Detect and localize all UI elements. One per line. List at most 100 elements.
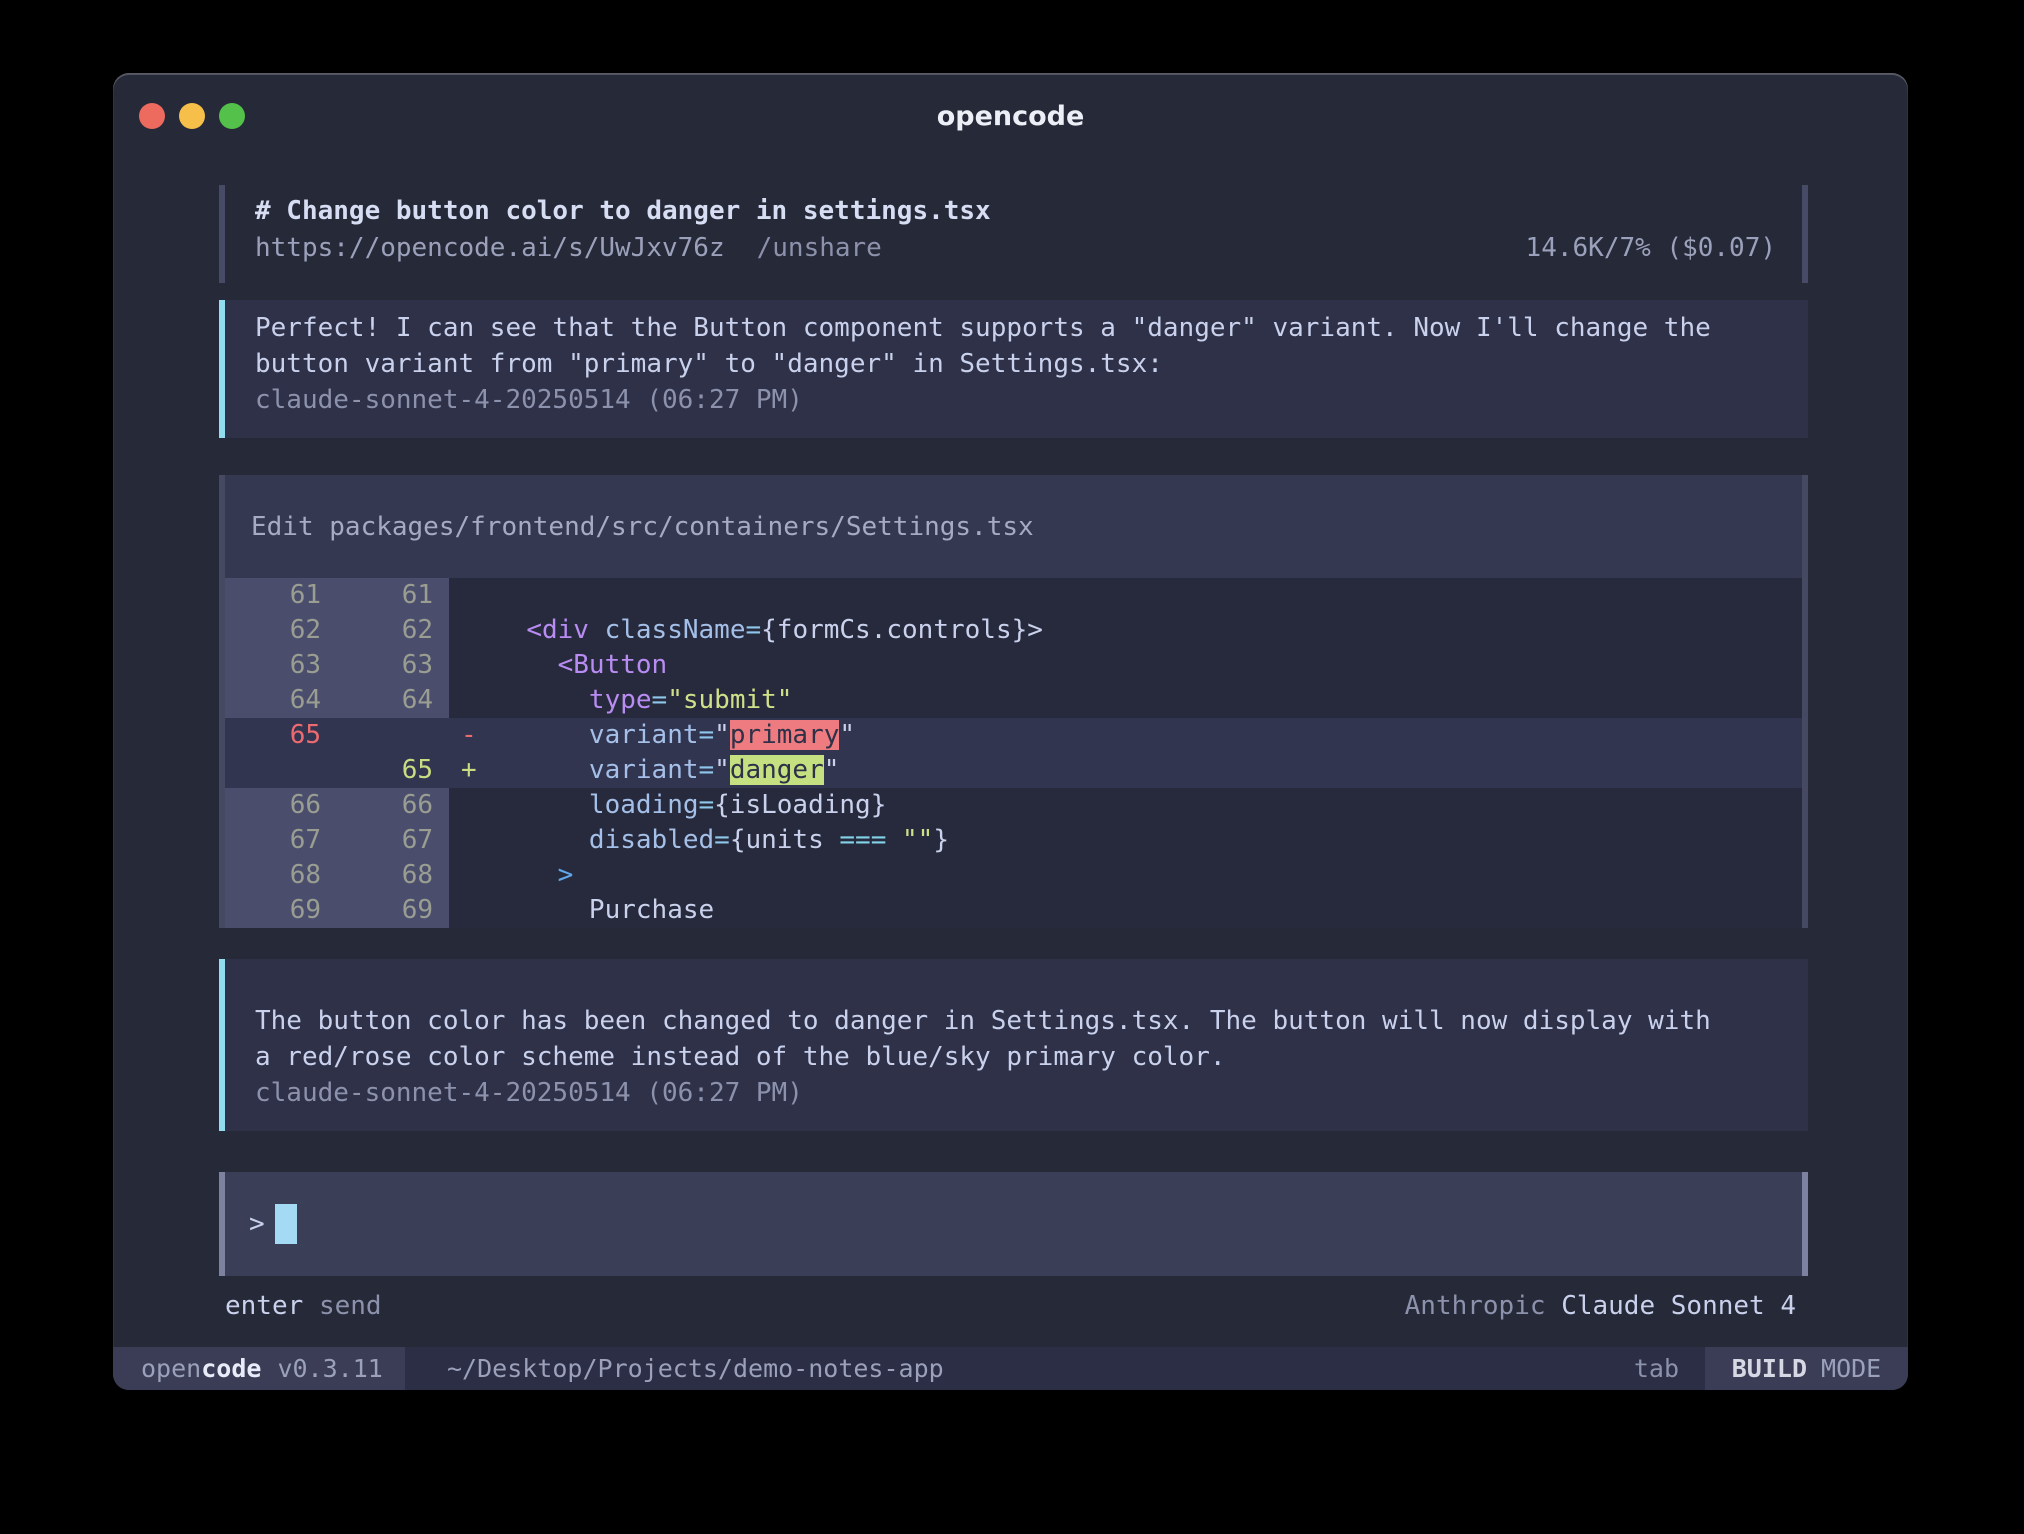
code-token: = [699,720,715,750]
diff-new-line-number: 61 [337,578,449,613]
code-token: " [714,720,730,750]
diff-code-line: variant="danger" [495,753,1802,788]
send-label: send [319,1291,382,1321]
diff-change-marker [449,578,495,613]
session-title: # Change button color to danger in setti… [255,193,1776,230]
app-version-segment: opencodev0.3.11 [113,1347,405,1390]
diff-old-line-number: 67 [225,823,337,858]
code-token: {formCs.controls}> [761,615,1043,645]
code-token: variant [589,720,699,750]
diff-row: 6262 <div className={formCs.controls}> [225,613,1802,648]
prompt-symbol: > [249,1209,265,1239]
diff-change-marker [449,788,495,823]
mode-name: BUILD [1732,1354,1807,1383]
message-line: The button color has been changed to dan… [255,1003,1784,1039]
diff-change-marker: + [449,753,495,788]
diff-code-line: variant="primary" [495,718,1802,753]
diff-code-line: > [495,858,1802,893]
diff-code-line [495,578,1802,613]
text-cursor [275,1204,297,1244]
diff-code-line: loading={isLoading} [495,788,1802,823]
diff-change-marker [449,648,495,683]
hint-row: enter send Anthropic Claude Sonnet 4 [225,1288,1796,1324]
code-token [495,860,558,890]
message-line: a red/rose color scheme instead of the b… [255,1039,1784,1075]
diff-change-marker: - [449,718,495,753]
diff-new-line-number [337,718,449,753]
code-token [589,615,605,645]
code-token: <div [526,615,589,645]
working-directory: ~/Desktop/Projects/demo-notes-app [405,1347,944,1390]
code-token: primary [730,720,840,750]
diff-old-line-number: 69 [225,893,337,928]
diff-row: 6363 <Button [225,648,1802,683]
code-token: className [605,615,746,645]
diff-old-line-number: 65 [225,718,337,753]
model-indicator[interactable]: Anthropic Claude Sonnet 4 [1405,1288,1796,1324]
diff-new-line-number: 67 [337,823,449,858]
diff-change-marker [449,858,495,893]
prompt-input[interactable]: > [219,1172,1808,1276]
share-url[interactable]: https://opencode.ai/s/UwJxv76z [255,230,725,267]
diff-new-line-number: 68 [337,858,449,893]
diff-new-line-number: 65 [337,753,449,788]
code-token: = [714,825,730,855]
code-token: " [824,755,840,785]
status-bar: opencodev0.3.11 ~/Desktop/Projects/demo-… [113,1347,1908,1390]
code-token: variant [589,755,699,785]
diff-old-line-number: 68 [225,858,337,893]
code-token [495,615,526,645]
provider-name: Anthropic [1405,1291,1546,1321]
diff-row: 6868 > [225,858,1802,893]
code-token: disabled [589,825,714,855]
diff-new-line-number: 66 [337,788,449,823]
unshare-command[interactable]: /unshare [757,230,882,267]
code-token [495,790,589,820]
code-token: = [699,790,715,820]
diff-change-marker [449,613,495,648]
diff-row: 6464 type="submit" [225,683,1802,718]
diff-change-marker [449,823,495,858]
diff-code-line: disabled={units === ""} [495,823,1802,858]
edit-file-path: Edit packages/frontend/src/containers/Se… [225,475,1802,578]
terminal-window: opencode # Change button color to danger… [113,73,1908,1390]
diff-new-line-number: 64 [337,683,449,718]
message-line: Perfect! I can see that the Button compo… [255,310,1784,346]
diff-row: 6767 disabled={units === ""} [225,823,1802,858]
code-token: {isLoading} [714,790,886,820]
code-token: = [699,755,715,785]
code-token: Purchase [589,895,714,925]
tab-key-hint: tab [1634,1347,1705,1390]
mode-toggle[interactable]: BUILD MODE [1705,1347,1908,1390]
code-token [495,650,558,680]
diff-new-line-number: 69 [337,893,449,928]
assistant-message: The button color has been changed to dan… [219,959,1808,1131]
diff-view: 61616262 <div className={formCs.controls… [225,578,1802,928]
code-token: "submit" [667,685,792,715]
diff-change-marker [449,683,495,718]
send-hint: enter send [225,1288,382,1324]
window-title: opencode [113,101,1908,132]
mode-suffix: MODE [1821,1354,1881,1383]
code-token: } [933,825,949,855]
diff-change-marker [449,893,495,928]
diff-row: 6666 loading={isLoading} [225,788,1802,823]
diff-code-line: Purchase [495,893,1802,928]
model-timestamp: claude-sonnet-4-20250514 (06:27 PM) [255,382,1784,418]
model-timestamp: claude-sonnet-4-20250514 (06:27 PM) [255,1075,1784,1111]
code-token: "" [902,825,933,855]
session-header: # Change button color to danger in setti… [219,185,1808,283]
code-token [495,825,589,855]
code-token [495,755,589,785]
code-token [495,685,589,715]
enter-key-hint: enter [225,1291,303,1321]
code-token: danger [730,755,824,785]
code-token: > [558,860,574,890]
assistant-message: Perfect! I can see that the Button compo… [219,300,1808,438]
brand-code: code [201,1354,261,1383]
code-token [495,895,589,925]
diff-old-line-number: 61 [225,578,337,613]
code-token: " [714,755,730,785]
diff-old-line-number: 64 [225,683,337,718]
diff-row: 6969 Purchase [225,893,1802,928]
